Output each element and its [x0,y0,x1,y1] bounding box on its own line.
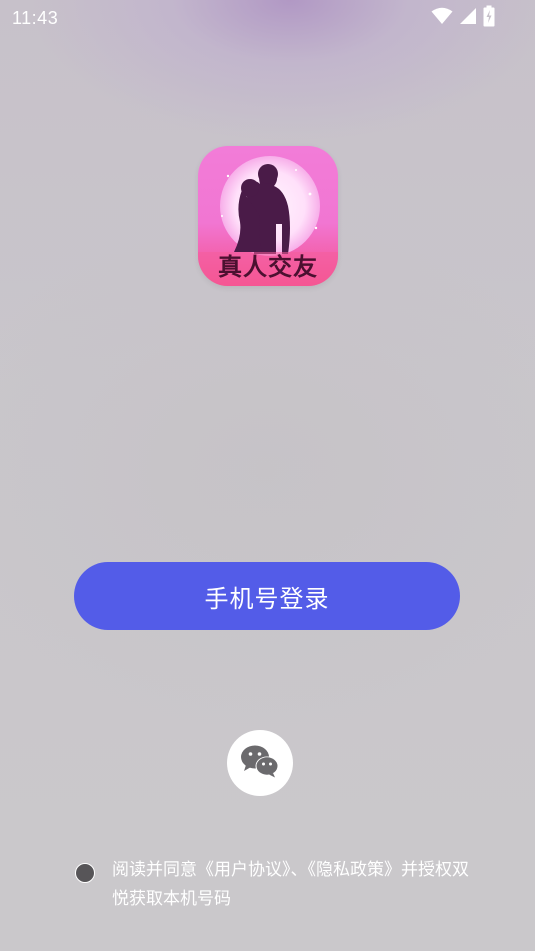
app-logo: 真人交友 [198,146,338,286]
wifi-icon [431,7,453,29]
status-icons [431,5,495,31]
app-logo-text: 真人交友 [218,253,318,281]
wechat-icon [240,744,280,782]
privacy-policy-link[interactable]: 《隐私政策》 [308,860,402,880]
phone-login-button[interactable]: 手机号登录 [74,562,460,630]
cellular-signal-icon [459,7,477,29]
agreement-text: 阅读并同意《用户协议》、《隐私政策》并授权双悦获取本机号码 [112,856,480,914]
agreement-prefix: 阅读并同意 [112,860,197,880]
agreement-checkbox[interactable] [75,863,95,883]
user-agreement-link[interactable]: 《用户协议》 [197,860,291,880]
agreement-separator: 、 [290,860,308,880]
status-time: 11:43 [12,8,59,28]
wechat-login-button[interactable] [227,730,293,796]
background [0,0,535,951]
phone-login-label: 手机号登录 [204,584,330,613]
status-bar: 11:43 [0,0,535,38]
battery-charging-icon [483,5,495,31]
